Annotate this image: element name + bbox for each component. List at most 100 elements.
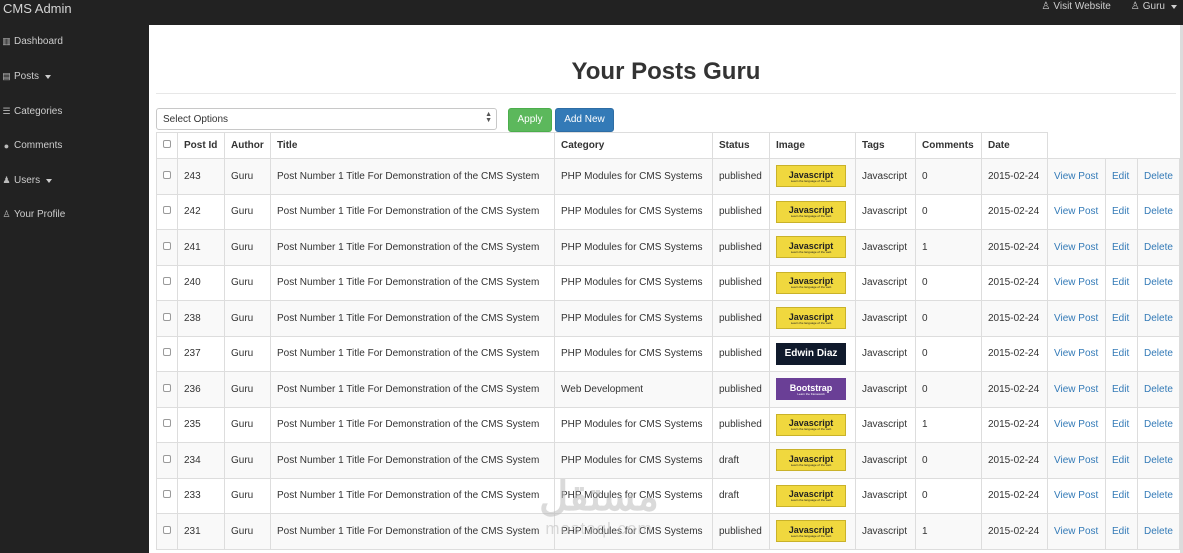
table-row: 240 Guru Post Number 1 Title For Demonstra… xyxy=(156,264,1180,301)
delete-link[interactable]: Delete xyxy=(1144,526,1173,537)
delete-link[interactable]: Delete xyxy=(1144,206,1173,217)
category-cell: PHP Modules for CMS Systems xyxy=(554,158,713,195)
top-right-nav: ♙ Visit Website ♙ Guru xyxy=(1041,1,1177,12)
apply-button[interactable]: Apply xyxy=(508,108,552,132)
edit-link[interactable]: Edit xyxy=(1112,313,1129,324)
edit-link[interactable]: Edit xyxy=(1112,526,1129,537)
edit-link[interactable]: Edit xyxy=(1112,171,1129,182)
post-id-cell: 237 xyxy=(177,335,225,372)
edit-cell: Edit xyxy=(1105,229,1138,266)
view-post-link[interactable]: View Post xyxy=(1054,277,1098,288)
row-checkbox[interactable] xyxy=(163,277,171,286)
category-cell: PHP Modules for CMS Systems xyxy=(554,193,713,230)
post-thumbnail: Javascript Learn the language of the web xyxy=(776,484,846,507)
view-post-cell: View Post xyxy=(1047,264,1106,301)
row-checkbox[interactable] xyxy=(163,241,171,250)
visit-website-link[interactable]: ♙ Visit Website xyxy=(1041,1,1110,12)
title-cell: Post Number 1 Title For Demonstration of… xyxy=(270,477,555,514)
view-post-cell: View Post xyxy=(1047,300,1106,337)
author-cell: Guru xyxy=(224,371,271,408)
bulk-options-select[interactable]: Select Options ▲ ▼ xyxy=(156,108,497,130)
sidebar-item-posts[interactable]: ▤ Posts xyxy=(2,71,52,82)
list-icon: ☰ xyxy=(2,106,11,116)
delete-link[interactable]: Delete xyxy=(1144,490,1173,501)
sidebar-item-users[interactable]: ♟ Users xyxy=(2,175,53,186)
user-menu-toggle[interactable]: ♙ Guru xyxy=(1131,1,1177,12)
image-cell: Javascript Learn the language of the web xyxy=(769,193,856,230)
date-cell: 2015-02-24 xyxy=(981,300,1048,337)
delete-link[interactable]: Delete xyxy=(1144,171,1173,182)
sidebar-item-your-profile[interactable]: ♙ Your Profile xyxy=(2,209,65,220)
delete-link[interactable]: Delete xyxy=(1144,313,1173,324)
view-post-link[interactable]: View Post xyxy=(1054,455,1098,466)
edit-column-header xyxy=(1105,132,1138,159)
edit-link[interactable]: Edit xyxy=(1112,277,1129,288)
edit-link[interactable]: Edit xyxy=(1112,348,1129,359)
users-icon: ♟ xyxy=(2,175,11,185)
date-cell: 2015-02-24 xyxy=(981,406,1048,443)
sidebar-item-categories[interactable]: ☰ Categories xyxy=(2,106,62,117)
edit-link[interactable]: Edit xyxy=(1112,206,1129,217)
view-post-link[interactable]: View Post xyxy=(1054,206,1098,217)
edit-link[interactable]: Edit xyxy=(1112,455,1129,466)
delete-cell: Delete xyxy=(1137,300,1180,337)
edit-cell: Edit xyxy=(1105,300,1138,337)
comments-cell: 0 xyxy=(915,477,982,514)
row-select-cell xyxy=(156,371,178,408)
view-post-link[interactable]: View Post xyxy=(1054,419,1098,430)
chevron-down-icon xyxy=(45,74,52,79)
title-cell: Post Number 1 Title For Demonstration of… xyxy=(270,513,555,550)
edit-cell: Edit xyxy=(1105,158,1138,195)
tags-cell: Javascript xyxy=(855,406,916,443)
view-post-link[interactable]: View Post xyxy=(1054,490,1098,501)
row-checkbox[interactable] xyxy=(163,525,171,534)
comments-cell: 0 xyxy=(915,371,982,408)
row-checkbox[interactable] xyxy=(163,312,171,321)
view-post-link[interactable]: View Post xyxy=(1054,526,1098,537)
edit-link[interactable]: Edit xyxy=(1112,384,1129,395)
delete-link[interactable]: Delete xyxy=(1144,348,1173,359)
edit-link[interactable]: Edit xyxy=(1112,490,1129,501)
delete-link[interactable]: Delete xyxy=(1144,455,1173,466)
title-cell: Post Number 1 Title For Demonstration of… xyxy=(270,371,555,408)
row-checkbox[interactable] xyxy=(163,348,171,357)
delete-link[interactable]: Delete xyxy=(1144,419,1173,430)
view-post-link[interactable]: View Post xyxy=(1054,313,1098,324)
select-all-checkbox[interactable] xyxy=(163,140,171,148)
view-post-link[interactable]: View Post xyxy=(1054,348,1098,359)
column-header: Title xyxy=(270,132,555,159)
sidebar-item-comments[interactable]: ● Comments xyxy=(2,140,63,151)
author-cell: Guru xyxy=(224,335,271,372)
user-icon: ♙ xyxy=(2,209,11,219)
bulk-options-value: Select Options xyxy=(163,114,229,125)
row-checkbox[interactable] xyxy=(163,490,171,499)
row-checkbox[interactable] xyxy=(163,419,171,428)
image-cell: Javascript Learn the language of the web xyxy=(769,442,856,479)
add-new-button[interactable]: Add New xyxy=(555,108,614,132)
thumbnail-subtitle: Learn the framework xyxy=(797,391,825,396)
delete-cell: Delete xyxy=(1137,477,1180,514)
view-post-link[interactable]: View Post xyxy=(1054,384,1098,395)
edit-link[interactable]: Edit xyxy=(1112,419,1129,430)
delete-link[interactable]: Delete xyxy=(1144,384,1173,395)
row-checkbox[interactable] xyxy=(163,383,171,392)
status-cell: published xyxy=(712,371,770,408)
row-checkbox[interactable] xyxy=(163,206,171,215)
view-post-cell: View Post xyxy=(1047,513,1106,550)
row-checkbox[interactable] xyxy=(163,170,171,179)
image-cell: Javascript Learn the language of the web xyxy=(769,229,856,266)
view-post-link[interactable]: View Post xyxy=(1054,242,1098,253)
tags-cell: Javascript xyxy=(855,229,916,266)
tags-cell: Javascript xyxy=(855,335,916,372)
view-post-link[interactable]: View Post xyxy=(1054,171,1098,182)
sidebar-item-dashboard[interactable]: ▥ Dashboard xyxy=(2,36,63,47)
row-checkbox[interactable] xyxy=(163,454,171,463)
delete-link[interactable]: Delete xyxy=(1144,277,1173,288)
brand-title[interactable]: CMS Admin xyxy=(3,1,72,16)
edit-link[interactable]: Edit xyxy=(1112,242,1129,253)
date-cell: 2015-02-24 xyxy=(981,264,1048,301)
thumbnail-subtitle: Learn the language of the web xyxy=(790,427,832,432)
delete-link[interactable]: Delete xyxy=(1144,242,1173,253)
title-cell: Post Number 1 Title For Demonstration of… xyxy=(270,300,555,337)
table-row: 241 Guru Post Number 1 Title For Demonstra… xyxy=(156,229,1180,266)
